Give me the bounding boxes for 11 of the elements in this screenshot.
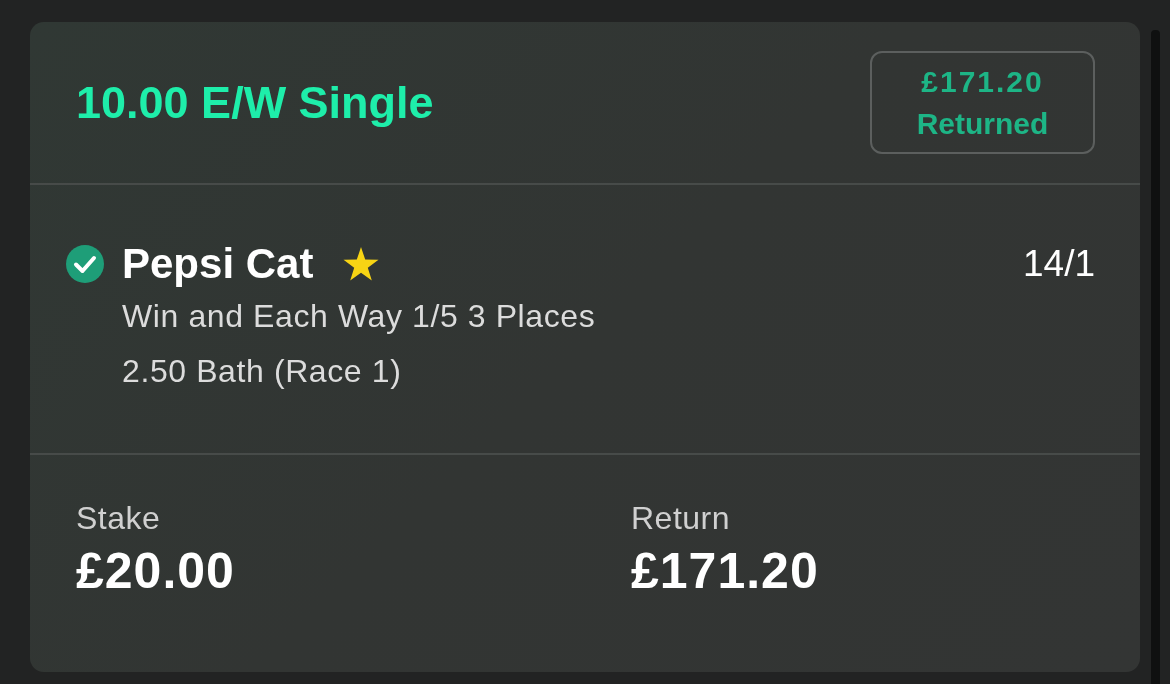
summary-label: Return xyxy=(631,499,732,537)
returned-label: Returned xyxy=(916,105,1049,142)
bet-title: 10.00 E/W Single xyxy=(76,76,434,129)
summary-value: £20.00 xyxy=(76,543,236,599)
odds-text: 14/1 xyxy=(1023,242,1095,286)
summary-value: £171.20 xyxy=(631,543,820,599)
market-text: Win and Each Way 1/5 3 Places xyxy=(122,297,597,335)
selection-name: Pepsi Cat xyxy=(122,240,314,288)
event-text: 2.50 Bath (Race 1) xyxy=(122,352,403,390)
summary-label: Stake xyxy=(76,499,162,537)
returned-amount: £171.20 xyxy=(921,63,1044,100)
